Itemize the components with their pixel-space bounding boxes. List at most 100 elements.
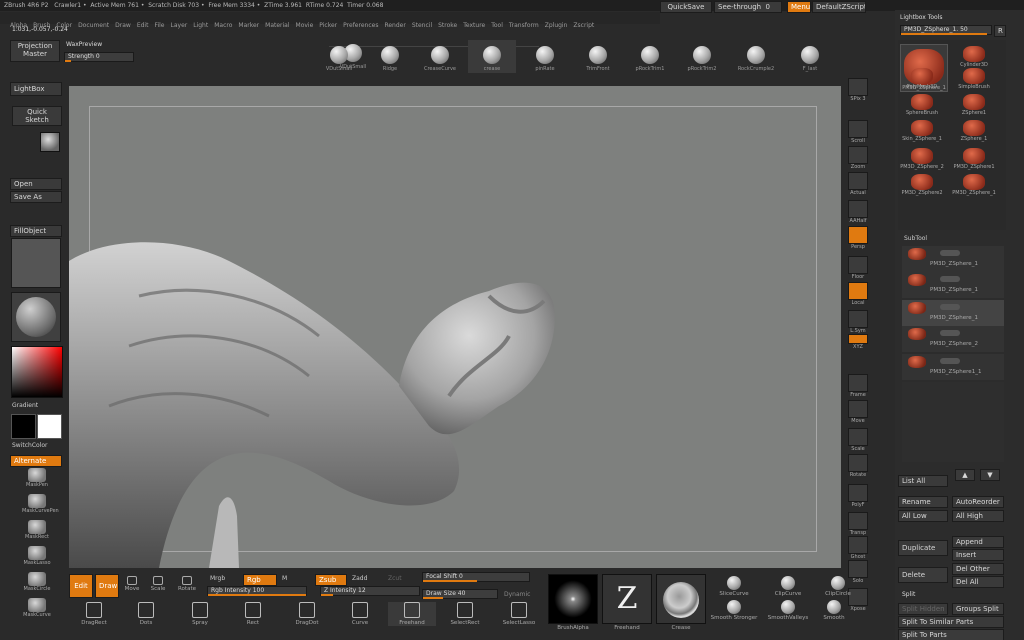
freehand-stroke-slot[interactable]: Z <box>602 574 652 624</box>
open-button[interactable]: Open <box>10 178 62 190</box>
view-persp[interactable]: Persp <box>846 226 870 251</box>
split-to-parts-button[interactable]: Split To Parts <box>898 629 1004 640</box>
subtool-item[interactable]: PM3D_ZSphere_1 <box>902 272 1004 298</box>
stroke-curve[interactable]: Curve <box>336 602 384 626</box>
quick-sketch-button[interactable]: Quick Sketch <box>12 106 62 126</box>
menu-layer[interactable]: Layer <box>171 20 188 32</box>
brush-trimfront[interactable]: TrimFront <box>574 40 622 73</box>
stroke-dragrect[interactable]: DragRect <box>70 602 118 626</box>
brush-f-last[interactable]: F_last <box>786 40 834 73</box>
menu-picker[interactable]: Picker <box>319 20 337 32</box>
brush-smooth-stronger[interactable]: Smooth Stronger <box>710 600 758 621</box>
scale-button[interactable]: Scale <box>148 586 168 592</box>
dynamic-button[interactable]: Dynamic <box>504 591 530 599</box>
view-spix-3[interactable]: SPix 3 <box>846 78 870 103</box>
view-frame[interactable]: Frame <box>846 374 870 399</box>
brush-procktrim1[interactable]: pRockTrim1 <box>626 40 674 73</box>
quicksave-button[interactable]: QuickSave <box>660 1 712 13</box>
save-as-button[interactable]: Save As <box>10 191 62 203</box>
brush-rockcrumple2[interactable]: RockCrumple2 <box>732 40 780 73</box>
append-button[interactable]: Append <box>952 536 1004 548</box>
tool-pm3d-zsphere1[interactable]: PM3D_ZSphere1 <box>950 148 998 174</box>
material-sphere-icon[interactable] <box>40 132 60 152</box>
rgb-button[interactable]: Rgb <box>243 574 277 586</box>
tool-zsphere-1[interactable]: ZSphere_1 <box>950 120 998 146</box>
stroke-rect[interactable]: Rect <box>229 602 277 626</box>
brush-clipcircle[interactable]: ClipCircle <box>814 576 862 597</box>
delete-button[interactable]: Delete <box>898 567 948 583</box>
mask-tool-maskpen[interactable]: MaskPen <box>22 468 52 489</box>
projection-master-button[interactable]: Projection Master <box>10 40 60 62</box>
switchcolor-button[interactable]: SwitchColor <box>12 442 48 450</box>
view-floor[interactable]: Floor <box>846 256 870 281</box>
duplicate-button[interactable]: Duplicate <box>898 540 948 556</box>
brush-clipcurve[interactable]: ClipCurve <box>764 576 812 597</box>
menus-button[interactable]: Menus <box>787 1 811 13</box>
color-picker[interactable] <box>11 346 63 398</box>
main-color-swatch[interactable] <box>11 414 36 439</box>
view-scale[interactable]: Scale <box>846 428 870 453</box>
brush-ridge[interactable]: Ridge <box>366 40 414 73</box>
move-up-button[interactable]: ▲ <box>955 469 975 481</box>
all-low-button[interactable]: All Low <box>898 510 948 522</box>
view-actual[interactable]: Actual <box>846 172 870 197</box>
mask-tool-maskrect[interactable]: MaskRect <box>22 520 52 541</box>
alternate-button[interactable]: Alternate <box>10 455 62 467</box>
lightbox-button[interactable]: LightBox <box>10 82 62 96</box>
split-hidden-button[interactable]: Split Hidden <box>898 603 948 615</box>
list-all-button[interactable]: List All <box>898 475 948 487</box>
brush-slicecurve[interactable]: SliceCurve <box>710 576 758 597</box>
m-button[interactable]: M <box>282 575 287 583</box>
del-all-button[interactable]: Del All <box>952 576 1004 588</box>
del-other-button[interactable]: Del Other <box>952 563 1004 575</box>
zcut-button[interactable]: Zcut <box>388 575 402 583</box>
brush-smooth[interactable]: Smooth <box>810 600 858 621</box>
see-through-slider[interactable]: See-through 0 <box>714 1 782 13</box>
stroke-spray[interactable]: Spray <box>176 602 224 626</box>
stroke-dots[interactable]: Dots <box>122 602 170 626</box>
menu-material[interactable]: Material <box>265 20 289 32</box>
crease-brush-slot[interactable] <box>656 574 706 624</box>
view-polyf[interactable]: PolyF <box>846 484 870 509</box>
menu-marker[interactable]: Marker <box>238 20 259 32</box>
all-high-button[interactable]: All High <box>952 510 1004 522</box>
view-l-sym[interactable]: L.Sym <box>846 310 870 335</box>
brush-smoothvalleys[interactable]: SmoothValleys <box>764 600 812 621</box>
view-aahalf[interactable]: AAHalf <box>846 200 870 225</box>
subtool-visibility-toggle[interactable] <box>940 304 960 310</box>
menu-light[interactable]: Light <box>193 20 208 32</box>
menu-document[interactable]: Document <box>78 20 109 32</box>
subtool-visibility-toggle[interactable] <box>940 276 960 282</box>
move-button[interactable]: Move <box>122 586 142 592</box>
view-local[interactable]: Local <box>846 282 870 307</box>
texture-slot[interactable] <box>11 238 61 288</box>
draw-button[interactable]: Draw <box>95 574 119 598</box>
default-zscript-button[interactable]: DefaultZScript <box>812 1 866 13</box>
view-move[interactable]: Move <box>846 400 870 425</box>
brush-pinrate[interactable]: pinRate <box>521 40 569 73</box>
menu-preferences[interactable]: Preferences <box>343 20 378 32</box>
menu-tool[interactable]: Tool <box>491 20 503 32</box>
menu-zplugin[interactable]: Zplugin <box>545 20 568 32</box>
z-intensity-slider[interactable]: Z Intensity 12 <box>320 586 420 596</box>
brush-creasecurve[interactable]: CreaseCurve <box>416 40 464 73</box>
tool-simplebrush[interactable]: SimpleBrush <box>950 68 998 94</box>
tool-spherebrush[interactable]: SphereBrush <box>898 94 946 120</box>
brush-vdutsmall[interactable]: VDutSmall <box>315 40 363 73</box>
split-similar-parts-button[interactable]: Split To Similar Parts <box>898 616 1004 628</box>
rename-button[interactable]: Rename <box>898 496 948 508</box>
subtool-item[interactable]: PM3D_ZSphere_1 <box>902 300 1004 326</box>
tool-polymesh3d[interactable]: PolyMesh3D <box>898 68 946 94</box>
subtool-visibility-toggle[interactable] <box>940 250 960 256</box>
edit-button[interactable]: Edit <box>69 574 93 598</box>
tool-pm3d-zsphere2[interactable]: PM3D_ZSphere2 <box>898 174 946 200</box>
autoreorder-button[interactable]: AutoReorder <box>952 496 1004 508</box>
stroke-dragdot[interactable]: DragDot <box>283 602 331 626</box>
subtool-visibility-toggle[interactable] <box>940 358 960 364</box>
view-ghost[interactable]: Ghost <box>846 536 870 561</box>
groups-split-button[interactable]: Groups Split <box>952 603 1004 615</box>
current-tool-slider[interactable]: PM3D_ZSphere_1. 50 <box>900 25 992 35</box>
mask-tool-masklasso[interactable]: MaskLasso <box>22 546 52 567</box>
zsub-button[interactable]: Zsub <box>315 574 347 586</box>
view-transp[interactable]: Transp <box>846 512 870 537</box>
